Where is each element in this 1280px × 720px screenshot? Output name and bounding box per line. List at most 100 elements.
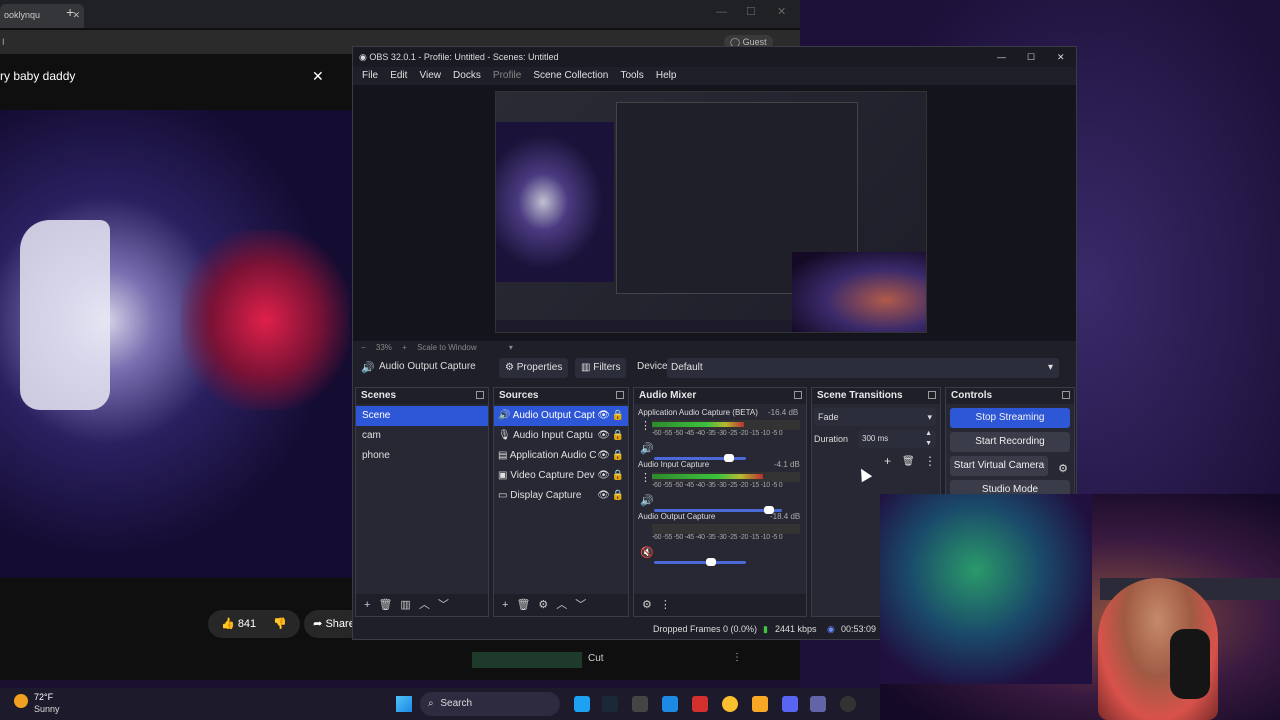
chevron-down-icon[interactable]: ▼ [925, 435, 932, 453]
taskbar-search[interactable]: ⌕ Search [420, 692, 560, 716]
gear-icon[interactable]: ⚙ [538, 594, 548, 616]
source-item[interactable]: ▭ Display Capture 👁 🔒 [494, 486, 628, 506]
mixer-footer: ⚙ ⋮ [634, 594, 806, 616]
bottom-label: Cut [588, 653, 604, 664]
advanced-audio-icon[interactable]: ⚙ [642, 594, 652, 616]
menu-docks[interactable]: Docks [453, 67, 481, 85]
scene-item[interactable]: phone [356, 446, 488, 466]
volume-slider[interactable] [654, 558, 746, 566]
start-recording-button[interactable]: Start Recording [950, 432, 1070, 452]
transition-select[interactable]: Fade ▾ [814, 408, 936, 426]
add-icon[interactable]: + [364, 594, 370, 616]
menu-view[interactable]: View [419, 67, 441, 85]
chevron-up-icon[interactable]: ︿ [556, 594, 567, 616]
undock-icon[interactable] [928, 391, 936, 399]
discord-icon[interactable] [782, 696, 798, 712]
add-icon[interactable]: + [884, 454, 891, 468]
speaker-icon[interactable]: 🔊 [640, 442, 654, 455]
microphone-icon: 🎙 [498, 430, 511, 441]
lock-icon[interactable]: 🔒 [612, 446, 624, 466]
app-icon[interactable] [632, 696, 648, 712]
close-icon[interactable]: ✕ [1057, 47, 1065, 67]
trash-icon[interactable]: 🗑 [516, 594, 530, 616]
new-tab-icon[interactable]: + [66, 4, 74, 20]
chrome-icon[interactable] [722, 696, 738, 712]
undock-icon[interactable] [1062, 391, 1070, 399]
like-button[interactable]: 👍 841 👎 [208, 610, 300, 638]
properties-button[interactable]: ⚙ Properties [499, 358, 569, 378]
eye-icon[interactable]: 👁 [597, 446, 610, 466]
more-options-icon[interactable]: ⋮ [640, 419, 651, 432]
eye-icon[interactable]: 👁 [597, 406, 610, 426]
menu-file[interactable]: File [362, 67, 378, 85]
duration-spinbox[interactable]: 300 ms ▲ ▼ [858, 430, 936, 448]
trash-icon[interactable]: 🗑 [378, 594, 392, 616]
file-explorer-icon[interactable] [574, 696, 590, 712]
lock-icon[interactable]: 🔒 [612, 486, 624, 506]
eye-icon[interactable]: 👁 [597, 426, 610, 446]
lock-icon[interactable]: 🔒 [612, 426, 624, 446]
menu-edit[interactable]: Edit [390, 67, 407, 85]
more-options-icon[interactable]: ⋮ [660, 594, 671, 616]
minimize-icon[interactable]: — [716, 6, 727, 18]
scene-item[interactable]: cam [356, 426, 488, 446]
browser-tab-bar: ooklynqu ✕ + — ☐ ✕ [0, 0, 800, 28]
undock-icon[interactable] [794, 391, 802, 399]
muted-speaker-icon[interactable]: 🔇 [640, 546, 654, 559]
filters-button[interactable]: ▥ Filters [575, 358, 627, 378]
app-icon[interactable] [662, 696, 678, 712]
stop-streaming-button[interactable]: Stop Streaming [950, 408, 1070, 428]
undock-icon[interactable] [476, 391, 484, 399]
more-options-icon[interactable]: ⋮ [924, 454, 936, 468]
source-item[interactable]: ▤ Application Audio C 👁 🔒 [494, 446, 628, 466]
undock-icon[interactable] [616, 391, 624, 399]
scene-item[interactable]: Scene [356, 406, 488, 426]
more-options-icon[interactable]: ⋮ [640, 471, 651, 484]
maximize-icon[interactable]: ☐ [1027, 47, 1035, 67]
folder-icon[interactable] [752, 696, 768, 712]
eye-icon[interactable]: 👁 [597, 466, 610, 486]
device-select[interactable]: Default ▾ [667, 358, 1059, 378]
zoom-in-icon[interactable]: + [402, 343, 407, 352]
menu-scene-collection[interactable]: Scene Collection [533, 67, 608, 85]
obs-icon[interactable] [840, 696, 856, 712]
chevron-down-icon[interactable]: ▾ [509, 343, 513, 352]
source-item[interactable]: ▣ Video Capture Dev 👁 🔒 [494, 466, 628, 486]
scale-label[interactable]: Scale to Window [417, 343, 477, 352]
duration-label: Duration [814, 434, 849, 444]
volume-knob[interactable] [706, 558, 717, 566]
lock-icon[interactable]: 🔒 [612, 466, 624, 486]
preview-canvas[interactable] [353, 85, 1076, 341]
level-meter-fill [652, 474, 763, 479]
menu-profile[interactable]: Profile [493, 67, 521, 85]
minimize-icon[interactable]: — [997, 47, 1006, 67]
speaker-icon[interactable]: 🔊 [640, 494, 654, 507]
video-player[interactable] [0, 110, 352, 578]
teams-icon[interactable] [810, 696, 826, 712]
source-item[interactable]: 🔊 Audio Output Capt 👁 🔒 [494, 406, 628, 426]
zoom-out-icon[interactable]: − [361, 343, 366, 352]
eye-icon[interactable]: 👁 [597, 486, 610, 506]
lock-icon[interactable]: 🔒 [612, 406, 624, 426]
chevron-down-icon[interactable]: ﹀ [438, 594, 449, 616]
chevron-up-icon[interactable]: ︿ [419, 594, 430, 616]
gear-icon[interactable]: ⚙ [1058, 462, 1068, 475]
steam-icon[interactable] [602, 696, 618, 712]
thumbs-down-icon[interactable]: 👎 [273, 618, 287, 630]
filter-icon[interactable]: ▥ [400, 594, 410, 616]
maximize-icon[interactable]: ☐ [746, 5, 756, 18]
menu-tools[interactable]: Tools [620, 67, 643, 85]
app-icon[interactable] [692, 696, 708, 712]
close-icon[interactable]: ✕ [312, 64, 324, 88]
close-icon[interactable]: ✕ [777, 5, 786, 18]
add-icon[interactable]: + [502, 594, 508, 616]
menu-help[interactable]: Help [656, 67, 677, 85]
source-item[interactable]: 🎙 Audio Input Captu 👁 🔒 [494, 426, 628, 446]
camera-icon: ▣ [498, 470, 508, 481]
weather-icon[interactable] [14, 694, 28, 708]
start-virtual-camera-button[interactable]: Start Virtual Camera [950, 456, 1048, 476]
windows-start-icon[interactable] [396, 696, 412, 712]
more-options-icon[interactable]: ⋮ [732, 652, 742, 663]
chevron-down-icon[interactable]: ﹀ [575, 594, 586, 616]
trash-icon[interactable]: 🗑 [902, 456, 915, 467]
